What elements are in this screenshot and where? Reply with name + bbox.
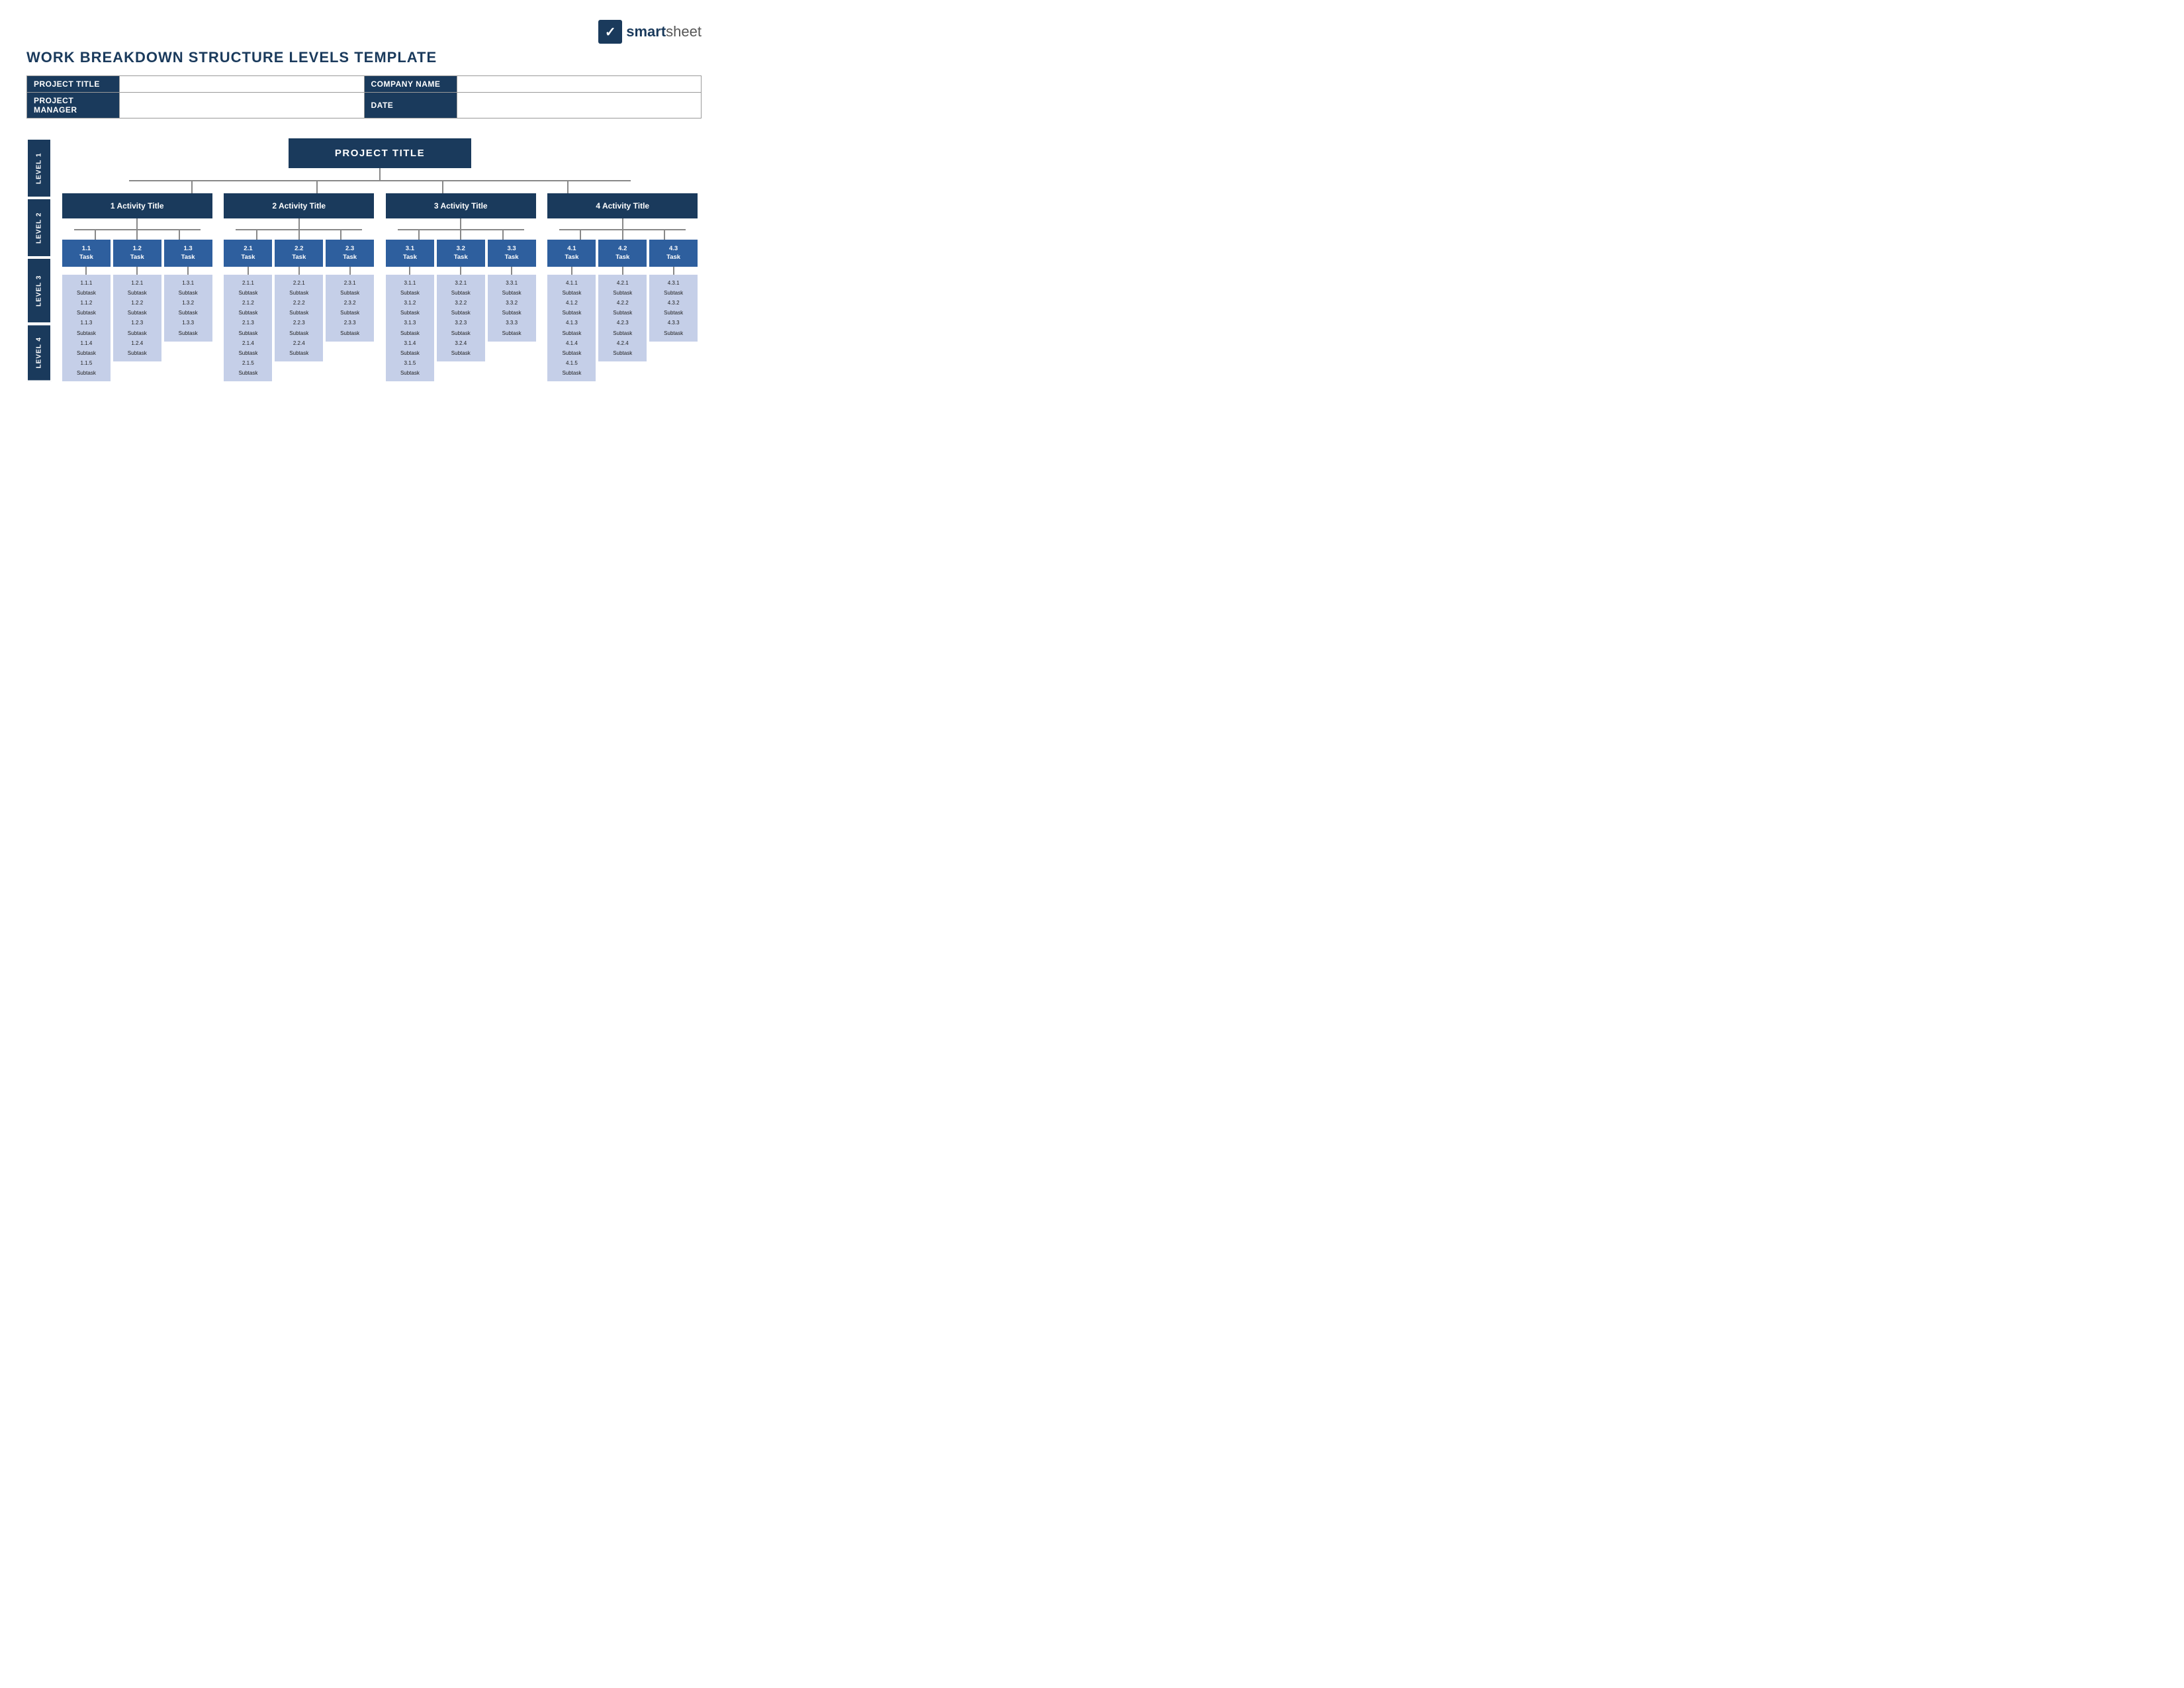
level-2-label: LEVEL 2 [26,198,52,258]
level2-row: 1 Activity Title 1.1 Task 1.1.1 Subtask 1.… [58,193,702,381]
l3-row-1: 1.1 Task 1.1.1 Subtask 1.1.2 Subtask 1.1.… [62,240,212,381]
level-labels: LEVEL 1 LEVEL 2 LEVEL 3 LEVEL 4 [26,138,52,381]
subtask-box-4.1: 4.1.1 Subtask 4.1.2 Subtask 4.1.3 Subtas… [547,275,596,382]
level1-row: PROJECT TITLE [58,138,702,168]
l1-v-lines [129,181,631,193]
l3-row-2: 2.1 Task 2.1.1 Subtask 2.1.2 Subtask 2.1.… [224,240,374,381]
task-box-3.2: 3.2 Task [437,240,485,267]
task-col-2-1: 2.1 Task 2.1.1 Subtask 2.1.2 Subtask 2.1.… [224,240,272,381]
task-box-3.3: 3.3 Task [488,240,536,267]
logo-area: ✓ smartsheet [26,20,702,44]
chart-body: PROJECT TITLE 1 Activity Title1.1 Task1.… [58,138,702,381]
subtask-box-4.2: 4.2.1 Subtask 4.2.2 Subtask 4.2.3 Subtas… [598,275,647,362]
activity-title-3: 3 Activity Title [386,193,536,218]
company-name-value[interactable] [457,76,702,93]
task-col-2-3: 2.3 Task 2.3.1 Subtask 2.3.2 Subtask 2.3.… [326,240,374,381]
logo-bold: smart [626,23,666,40]
logo-normal: sheet [666,23,702,40]
level-3-label: LEVEL 3 [26,258,52,324]
subtask-box-3.3: 3.3.1 Subtask 3.3.2 Subtask 3.3.3 Subtas… [488,275,536,342]
date-label: DATE [364,93,457,118]
task-box-4.1: 4.1 Task [547,240,596,267]
task-box-4.2: 4.2 Task [598,240,647,267]
task-col-3-2: 3.2 Task 3.2.1 Subtask 3.2.2 Subtask 3.2.… [437,240,485,381]
task-box-1.1: 1.1 Task [62,240,111,267]
activity-title-2: 2 Activity Title [224,193,374,218]
task-col-2-2: 2.2 Task 2.2.1 Subtask 2.2.2 Subtask 2.2.… [275,240,323,381]
project-title-value[interactable] [120,76,365,93]
activity-title-4: 4 Activity Title [547,193,698,218]
date-value[interactable] [457,93,702,118]
activity-col-2: 2 Activity Title 2.1 Task 2.1.1 Subtask 2.… [220,193,379,381]
task-box-2.1: 2.1 Task [224,240,272,267]
subtask-box-2.1: 2.1.1 Subtask 2.1.2 Subtask 2.1.3 Subtas… [224,275,272,382]
project-manager-value[interactable] [120,93,365,118]
info-table: PROJECT TITLE COMPANY NAME PROJECT MANAG… [26,75,702,118]
task-box-4.3: 4.3 Task [649,240,698,267]
task-col-1-2: 1.2 Task 1.2.1 Subtask 1.2.2 Subtask 1.2.… [113,240,161,381]
task-box-2.3: 2.3 Task [326,240,374,267]
task-col-3-3: 3.3 Task 3.3.1 Subtask 3.3.2 Subtask 3.3.… [488,240,536,381]
task-col-4-1: 4.1 Task 4.1.1 Subtask 4.1.2 Subtask 4.1.… [547,240,596,381]
task-box-1.3: 1.3 Task [164,240,212,267]
activity-col-4: 4 Activity Title 4.1 Task 4.1.1 Subtask 4.… [544,193,702,381]
logo-icon: ✓ [598,20,622,44]
subtask-box-1.3: 1.3.1 Subtask 1.3.2 Subtask 1.3.3 Subtas… [164,275,212,342]
subtask-box-4.3: 4.3.1 Subtask 4.3.2 Subtask 4.3.3 Subtas… [649,275,698,342]
activity-col-1: 1 Activity Title 1.1 Task 1.1.1 Subtask 1.… [58,193,216,381]
project-title-label: PROJECT TITLE [27,76,120,93]
l1-connector [58,168,702,180]
task-col-4-2: 4.2 Task 4.2.1 Subtask 4.2.2 Subtask 4.2.… [598,240,647,381]
task-box-1.2: 1.2 Task [113,240,161,267]
l3-row-4: 4.1 Task 4.1.1 Subtask 4.1.2 Subtask 4.1.… [547,240,698,381]
task-col-4-3: 4.3 Task 4.3.1 Subtask 4.3.2 Subtask 4.3.… [649,240,698,381]
l3-row-3: 3.1 Task 3.1.1 Subtask 3.1.2 Subtask 3.1.… [386,240,536,381]
subtask-box-3.1: 3.1.1 Subtask 3.1.2 Subtask 3.1.3 Subtas… [386,275,434,382]
subtask-box-2.2: 2.2.1 Subtask 2.2.2 Subtask 2.2.3 Subtas… [275,275,323,362]
task-col-3-1: 3.1 Task 3.1.1 Subtask 3.1.2 Subtask 3.1.… [386,240,434,381]
activity-title-1: 1 Activity Title [62,193,212,218]
subtask-box-1.1: 1.1.1 Subtask 1.1.2 Subtask 1.1.3 Subtas… [62,275,111,382]
company-name-label: COMPANY NAME [364,76,457,93]
project-title-box: PROJECT TITLE [289,138,471,168]
task-col-1-3: 1.3 Task 1.3.1 Subtask 1.3.2 Subtask 1.3.… [164,240,212,381]
subtask-box-1.2: 1.2.1 Subtask 1.2.2 Subtask 1.2.3 Subtas… [113,275,161,362]
activity-col-3: 3 Activity Title 3.1 Task 3.1.1 Subtask 3.… [382,193,540,381]
task-box-2.2: 2.2 Task [275,240,323,267]
task-col-1-1: 1.1 Task 1.1.1 Subtask 1.1.2 Subtask 1.1.… [62,240,111,381]
logo-text: smartsheet [626,23,702,40]
level-1-label: LEVEL 1 [26,138,52,198]
logo: ✓ smartsheet [598,20,702,44]
task-box-3.1: 3.1 Task [386,240,434,267]
project-manager-label: PROJECT MANAGER [27,93,120,118]
level-4-label: LEVEL 4 [26,324,52,381]
wbs-chart-container: LEVEL 1 LEVEL 2 LEVEL 3 LEVEL 4 PROJECT … [26,138,702,381]
subtask-box-3.2: 3.2.1 Subtask 3.2.2 Subtask 3.2.3 Subtas… [437,275,485,362]
subtask-box-2.3: 2.3.1 Subtask 2.3.2 Subtask 2.3.3 Subtas… [326,275,374,342]
page-title: WORK BREAKDOWN STRUCTURE LEVELS TEMPLATE [26,49,702,66]
